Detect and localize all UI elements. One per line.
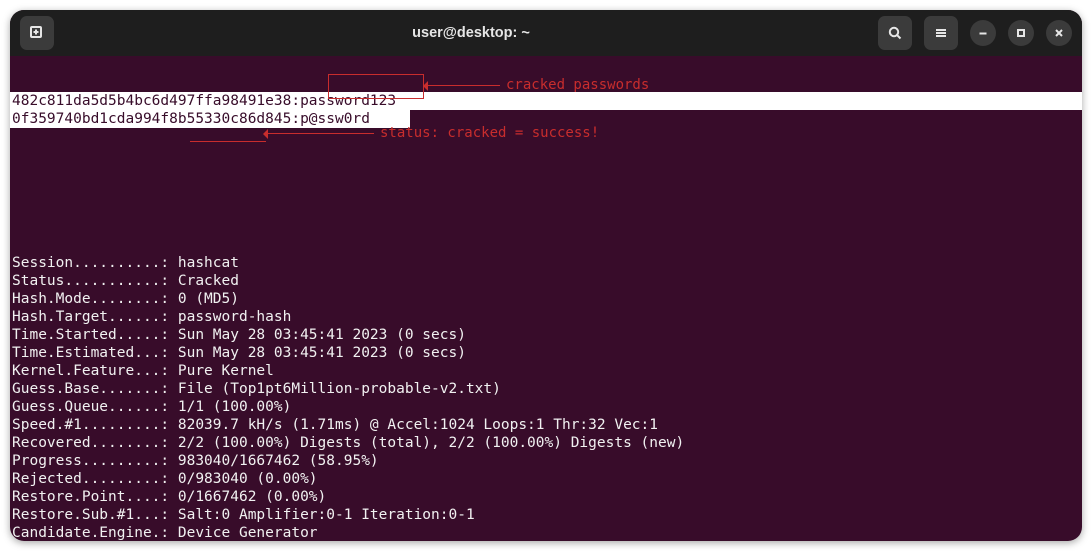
annotation-arrow-1	[428, 85, 500, 86]
out-progress: Progress.........: 983040/1667462 (58.95…	[12, 453, 379, 469]
out-started: Time.Started.....: Sun May 28 03:45:41 2…	[12, 327, 466, 343]
out-mode: Hash.Mode........: 0 (MD5)	[12, 291, 239, 307]
menu-button[interactable]	[924, 16, 958, 50]
out-rejected: Rejected.........: 0/983040 (0.00%)	[12, 471, 318, 487]
search-button[interactable]	[878, 16, 912, 50]
out-session: Session..........: hashcat	[12, 255, 239, 271]
out-status: Status...........: Cracked	[12, 273, 239, 289]
out-candengine: Candidate.Engine.: Device Generator	[12, 525, 318, 541]
out-guessbase: Guess.Base.......: File (Top1pt6Million-…	[12, 381, 501, 397]
out-target: Hash.Target......: password-hash	[12, 309, 291, 325]
out-estimated: Time.Estimated...: Sun May 28 03:45:41 2…	[12, 345, 466, 361]
minimize-button[interactable]	[970, 20, 996, 46]
new-tab-button[interactable]	[20, 16, 54, 50]
out-speed: Speed.#1.........: 82039.7 kH/s (1.71ms)…	[12, 417, 658, 433]
cracked-output-line-1: 482c811da5d5b4bc6d497ffa98491e38:passwor…	[10, 92, 1082, 110]
window-title: user@desktop: ~	[64, 25, 878, 41]
out-guessqueue: Guess.Queue......: 1/1 (100.00%)	[12, 399, 291, 415]
out-recovered: Recovered........: 2/2 (100.00%) Digests…	[12, 435, 684, 451]
terminal-window: user@desktop: ~ 482c811da5d5b4bc6d497ffa…	[10, 10, 1082, 541]
terminal-body: Session..........: hashcat Status.......…	[10, 236, 1082, 541]
maximize-button[interactable]	[1008, 20, 1034, 46]
terminal-content[interactable]: 482c811da5d5b4bc6d497ffa98491e38:passwor…	[10, 56, 1082, 541]
titlebar: user@desktop: ~	[10, 10, 1082, 56]
out-restorepoint: Restore.Point....: 0/1667462 (0.00%)	[12, 489, 326, 505]
annotation-arrow-2	[268, 133, 374, 134]
annotation-text-status: status: cracked = success!	[380, 124, 599, 142]
close-button[interactable]	[1046, 20, 1072, 46]
out-restoresub: Restore.Sub.#1...: Salt:0 Amplifier:0-1 …	[12, 507, 475, 523]
cracked-output-line-2: 0f359740bd1cda994f8b55330c86d845:p@ssw0r…	[10, 110, 410, 128]
out-kernel: Kernel.Feature...: Pure Kernel	[12, 363, 274, 379]
